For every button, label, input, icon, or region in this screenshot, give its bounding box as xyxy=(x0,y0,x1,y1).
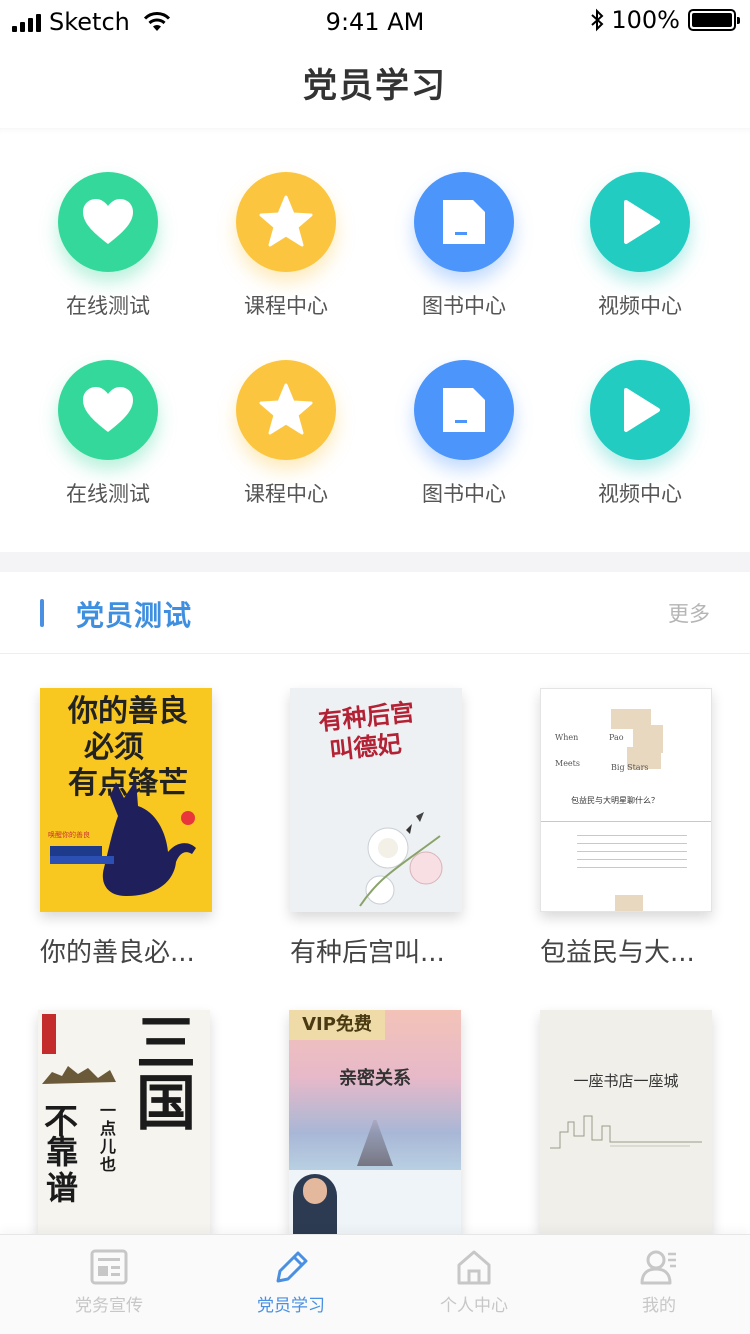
pencil-icon xyxy=(276,1251,308,1283)
menu-item-course-center[interactable]: 课程中心 xyxy=(211,172,361,320)
vip-badge: VIP免费 xyxy=(289,1010,385,1040)
tab-party-study[interactable]: 党员学习 xyxy=(216,1235,366,1334)
menu-label: 在线测试 xyxy=(66,482,150,506)
bluetooth-icon xyxy=(591,8,604,32)
cover-title: 有种后宫 叫德妃 xyxy=(317,697,416,766)
cat-illustration xyxy=(102,780,196,896)
more-link[interactable]: 更多 xyxy=(668,598,710,628)
heart-icon xyxy=(58,360,158,460)
tab-label: 党务宣传 xyxy=(75,1296,143,1316)
menu-label: 在线测试 xyxy=(66,294,150,318)
menu-item-course-center[interactable]: 课程中心 xyxy=(211,360,361,508)
tab-label: 我的 xyxy=(642,1296,676,1316)
book-title: 包益民与大... xyxy=(540,938,695,968)
document-icon xyxy=(414,360,514,460)
author-face xyxy=(303,1178,327,1204)
book-cover[interactable]: 你的善良 必须 有点锋芒 唤醒你的善良 xyxy=(40,688,212,912)
horses-illustration xyxy=(42,1066,116,1084)
tab-mine[interactable]: 我的 xyxy=(584,1235,734,1334)
book-card[interactable]: When Pao Meets Big Stars 包益民与大明星聊什么？ 包益民… xyxy=(540,688,716,969)
menu-item-book-center[interactable]: 图书中心 xyxy=(389,172,539,320)
cover-band xyxy=(42,1014,56,1054)
book-cover[interactable]: When Pao Meets Big Stars 包益民与大明星聊什么？ xyxy=(540,688,712,912)
book-cover[interactable]: 一座书店一座城 xyxy=(540,1010,712,1234)
status-bar: Sketch 9:41 AM 100% xyxy=(0,0,750,44)
tab-bar: 党务宣传 党员学习 个人中心 我的 xyxy=(0,1234,750,1334)
book-card[interactable]: 你的善良 必须 有点锋芒 唤醒你的善良 你的善良必... xyxy=(40,688,216,969)
menu-item-online-test[interactable]: 在线测试 xyxy=(33,360,183,508)
section-header: 党员测试 更多 xyxy=(0,572,750,654)
book-cover[interactable]: 有种后宫 叫德妃 xyxy=(290,688,462,912)
cover-title: 亲密关系 xyxy=(339,1068,411,1089)
section-title: 党员测试 xyxy=(76,599,193,632)
book-title: 你的善良必... xyxy=(40,938,195,968)
book-cover[interactable]: 三国 不 靠谱 一点儿也 xyxy=(38,1010,210,1234)
menu-item-video-center[interactable]: 视频中心 xyxy=(565,172,715,320)
nav-bar: 党员学习 xyxy=(0,44,750,128)
book-card[interactable]: 三国 不 靠谱 一点儿也 xyxy=(38,1010,214,1254)
menu-label: 课程中心 xyxy=(244,482,328,506)
menu-label: 视频中心 xyxy=(598,294,682,318)
menu-grid: 在线测试 课程中心 图书中心 视频中心 在线测试 课程中心 图书中心 视频中心 xyxy=(0,128,750,552)
tab-party-news[interactable]: 党务宣传 xyxy=(34,1235,184,1334)
status-right: 100% xyxy=(589,6,740,34)
menu-label: 视频中心 xyxy=(598,482,682,506)
play-icon xyxy=(590,172,690,272)
home-icon xyxy=(457,1250,491,1285)
menu-label: 课程中心 xyxy=(244,294,328,318)
city-illustration xyxy=(550,1115,702,1149)
cover-title: 一座书店一座城 xyxy=(573,1072,679,1090)
star-icon xyxy=(236,360,336,460)
book-card[interactable]: 一座书店一座城 xyxy=(540,1010,716,1254)
book-card[interactable]: VIP免费 亲密关系 xyxy=(289,1010,465,1254)
book-cover[interactable]: VIP免费 亲密关系 xyxy=(289,1010,461,1234)
menu-label: 图书中心 xyxy=(422,294,506,318)
cover-tag: 唤醒你的善良 xyxy=(48,831,90,839)
pier-illustration xyxy=(357,1120,393,1166)
user-icon xyxy=(640,1250,676,1285)
menu-item-online-test[interactable]: 在线测试 xyxy=(33,172,183,320)
heart-icon xyxy=(58,172,158,272)
play-icon xyxy=(590,360,690,460)
document-icon xyxy=(414,172,514,272)
cover-band xyxy=(50,856,114,864)
battery-percent: 100% xyxy=(611,6,680,34)
menu-item-book-center[interactable]: 图书中心 xyxy=(389,360,539,508)
book-title: 有种后宫叫... xyxy=(290,938,445,968)
news-icon xyxy=(90,1249,128,1285)
tab-label: 党员学习 xyxy=(257,1296,325,1316)
star-icon xyxy=(236,172,336,272)
book-card[interactable]: 有种后宫 叫德妃 有种后宫叫... xyxy=(290,688,466,969)
section-accent-bar xyxy=(40,599,44,627)
page-title: 党员学习 xyxy=(303,66,447,106)
flower-illustration xyxy=(359,812,443,907)
tab-personal-center[interactable]: 个人中心 xyxy=(399,1235,549,1334)
tab-label: 个人中心 xyxy=(440,1296,508,1316)
menu-item-video-center[interactable]: 视频中心 xyxy=(565,360,715,508)
section-divider xyxy=(0,552,750,572)
menu-label: 图书中心 xyxy=(422,482,506,506)
battery-icon xyxy=(688,9,740,31)
